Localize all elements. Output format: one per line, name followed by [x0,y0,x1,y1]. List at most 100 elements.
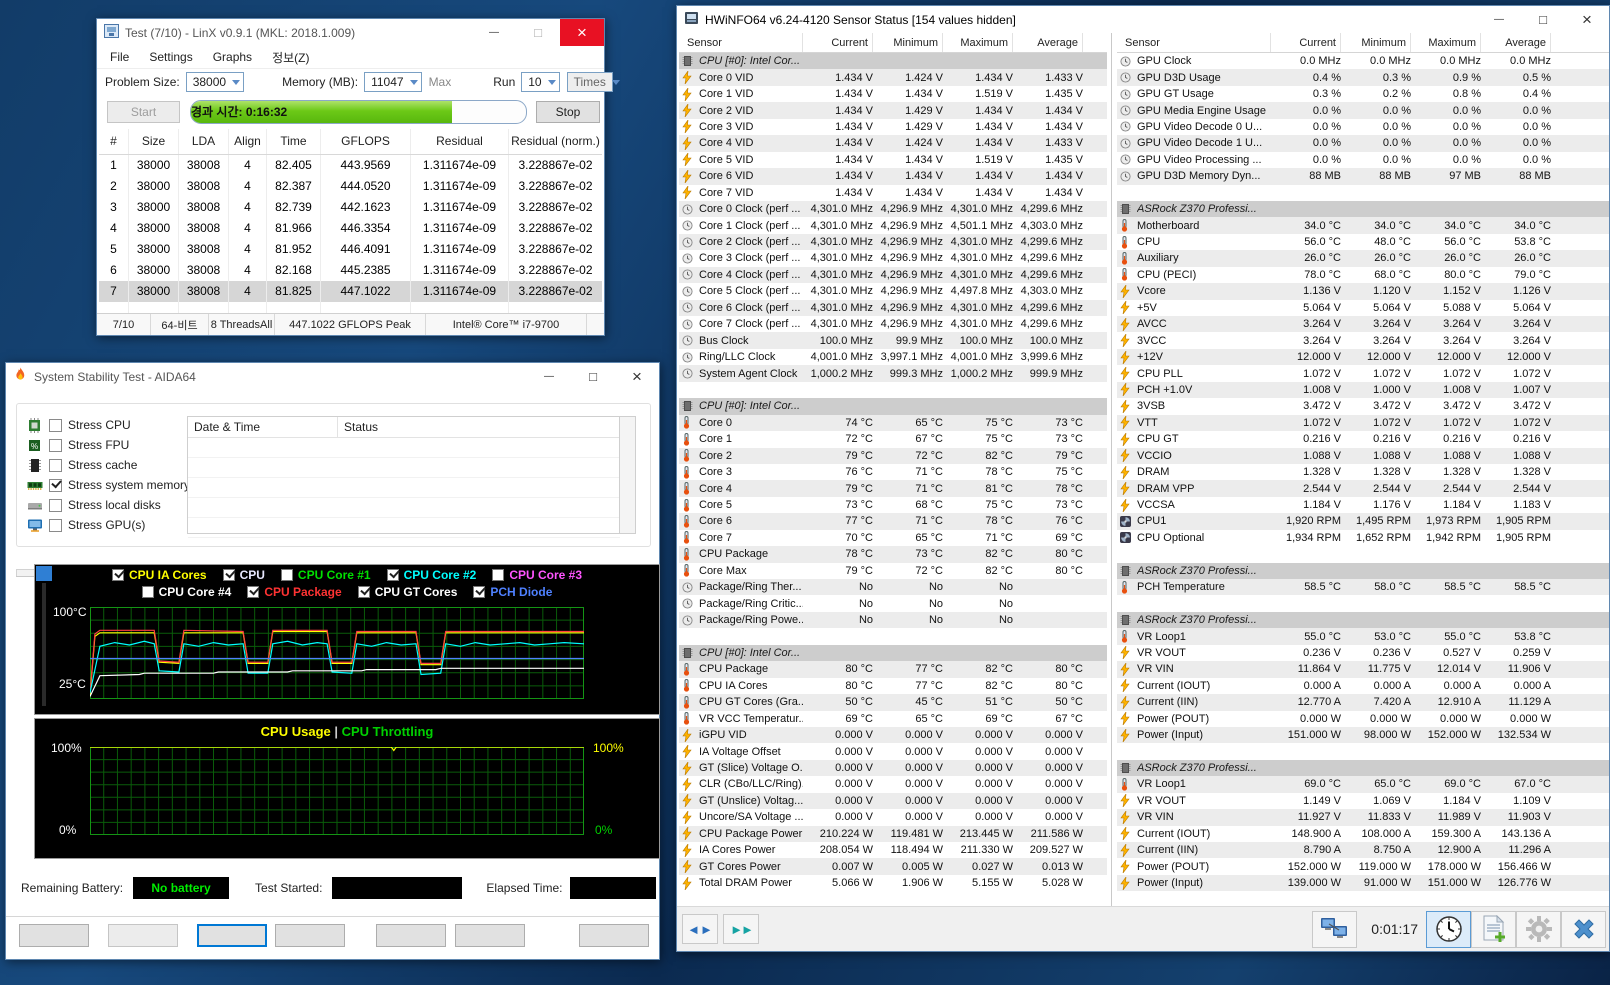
table-row[interactable]: 5 38000 38008 4 81.952 446.4091 1.311674e-0… [99,239,602,260]
dialog-button[interactable] [197,924,267,947]
checkbox[interactable] [49,518,62,532]
sensor-row[interactable]: 3VSB 3.472 V 3.472 V 3.472 V 3.472 V [1117,398,1609,414]
table-row[interactable]: 3 38000 38008 4 82.739 442.1623 1.311674e-0… [99,197,602,218]
sensor-row[interactable]: Motherboard 34.0 °C 34.0 °C 34.0 °C 34.0… [1117,217,1609,234]
checkbox[interactable] [473,586,486,598]
sensor-row[interactable]: Core 6 VID 1.434 V 1.434 V 1.434 V 1.434… [679,168,1107,185]
checkbox[interactable] [280,569,293,581]
checkbox[interactable] [492,569,505,581]
problem-size-combo[interactable]: 38000 [185,72,245,92]
sensor-row[interactable]: ASRock Z370 Professi... [1117,562,1609,579]
menu-info[interactable]: 정보(Z) [263,47,318,68]
status-listview[interactable]: Date & Time Status [187,416,636,538]
checkbox[interactable] [49,418,62,432]
sensor-row[interactable]: GPU Video Processing ... 0.0 % 0.0 % 0.0… [1117,152,1609,168]
table-row[interactable]: 2 38000 38008 4 82.387 444.0520 1.311674e-0… [99,176,602,197]
minimize-icon[interactable] [472,19,516,46]
legend-item[interactable]: CPU [222,568,265,582]
sensor-row[interactable]: +12V 12.000 V 12.000 V 12.000 V 12.000 V [1117,348,1609,366]
run-combo[interactable]: 10 [521,72,560,92]
sensor-row[interactable]: GT (Unslice) Voltag... 0.000 V 0.000 V 0… [679,792,1107,810]
sensor-row[interactable]: VR VCC Temperatur... 69 °C 65 °C 69 °C 6… [679,711,1107,727]
legend-item[interactable]: CPU Core #1 [280,568,371,582]
sensor-row[interactable]: CPU GT Cores (Gra... 50 °C 45 °C 51 °C 5… [679,694,1107,711]
sensor-row[interactable]: PCH +1.0V 1.008 V 1.000 V 1.008 V 1.007 … [1117,381,1609,399]
legend-item[interactable]: CPU Core #2 [386,568,476,582]
maximize-icon[interactable] [516,19,560,46]
sensor-row[interactable]: DRAM VPP 2.544 V 2.544 V 2.544 V 2.544 V [1117,480,1609,497]
sensor-row[interactable]: Core 7 70 °C 65 °C 71 °C 69 °C [679,530,1107,546]
hwinfo-titlebar[interactable]: HWiNFO64 v6.24-4120 Sensor Status [154 v… [677,6,1609,33]
sensor-row[interactable]: +5V 5.064 V 5.064 V 5.088 V 5.064 V [1117,300,1609,316]
table-row[interactable]: 6 38000 38008 4 82.168 445.2385 1.311674e-0… [99,260,602,281]
checkbox[interactable] [247,586,260,598]
memory-combo[interactable]: 11047 [364,72,422,92]
sensor-row[interactable]: Uncore/SA Voltage ... 0.000 V 0.000 V 0.… [679,809,1107,825]
menu-settings[interactable]: Settings [140,48,201,66]
sensor-row[interactable]: CPU [#0]: Intel Cor... [679,398,1107,415]
sensor-row[interactable] [1117,595,1609,612]
sensor-row[interactable]: CPU (PECI) 78.0 °C 68.0 °C 80.0 °C 79.0 … [1117,267,1609,283]
sensor-row[interactable]: System Agent Clock 1,000.2 MHz 999.3 MHz… [679,365,1107,382]
sensor-row[interactable]: Current (IOUT) 0.000 A 0.000 A 0.000 A 0… [1117,678,1609,694]
times-combo[interactable]: Times [566,72,620,92]
minimize-icon[interactable] [527,363,571,390]
stress-option[interactable]: % Stress FPU [27,438,190,452]
sensor-row[interactable]: Core 7 Clock (perf ... 4,301.0 MHz 4,296… [679,316,1107,332]
sensor-row[interactable]: CPU Package 80 °C 77 °C 82 °C 80 °C [679,661,1107,678]
sensor-row[interactable]: Power (POUT) 152.000 W 119.000 W 178.000… [1117,858,1609,874]
sensor-row[interactable]: CPU [#0]: Intel Cor... [679,53,1107,70]
sensor-row[interactable]: VR Loop1 55.0 °C 53.0 °C 55.0 °C 53.8 °C [1117,628,1609,645]
dialog-button[interactable] [19,924,89,947]
menu-file[interactable]: File [101,48,138,66]
listview-scrollbar[interactable] [619,416,636,534]
stress-option[interactable]: Stress CPU [27,417,190,433]
sensor-row[interactable]: Core 2 VID 1.434 V 1.429 V 1.434 V 1.434… [679,102,1107,119]
sensor-row[interactable]: CPU Package Power 210.224 W 119.481 W 21… [679,825,1107,842]
sensor-row[interactable]: GPU Clock 0.0 MHz 0.0 MHz 0.0 MHz 0.0 MH… [1117,53,1609,69]
sensor-row[interactable]: GPU D3D Memory Dyn... 88 MB 88 MB 97 MB … [1117,168,1609,185]
sensor-row[interactable]: AVCC 3.264 V 3.264 V 3.264 V 3.264 V [1117,316,1609,333]
sensor-row[interactable]: Ring/LLC Clock 4,001.0 MHz 3,997.1 MHz 4… [679,349,1107,365]
sensor-row[interactable]: VR Loop1 69.0 °C 65.0 °C 69.0 °C 67.0 °C [1117,776,1609,793]
sensor-row[interactable] [679,628,1107,645]
sensor-row[interactable]: CPU PLL 1.072 V 1.072 V 1.072 V 1.072 V [1117,365,1609,381]
sensor-row[interactable]: CPU [#0]: Intel Cor... [679,644,1107,662]
sensor-row[interactable]: VCCSA 1.184 V 1.176 V 1.184 V 1.183 V [1117,497,1609,513]
dialog-button[interactable] [376,924,446,947]
sensor-row[interactable]: Core 4 Clock (perf ... 4,301.0 MHz 4,296… [679,266,1107,284]
legend-item[interactable]: CPU Package [247,585,342,599]
sensor-row[interactable]: VR VIN 11.927 V 11.833 V 11.989 V 11.903… [1117,809,1609,826]
sensor-row[interactable]: CPU1 1,920 RPM 1,495 RPM 1,973 RPM 1,905… [1117,513,1609,530]
dialog-button[interactable] [275,924,345,947]
sensor-row[interactable]: GPU D3D Usage 0.4 % 0.3 % 0.9 % 0.5 % [1117,69,1609,86]
sensor-row[interactable]: Core 0 74 °C 65 °C 75 °C 73 °C [679,414,1107,432]
sensor-row[interactable]: Core 6 Clock (perf ... 4,301.0 MHz 4,296… [679,299,1107,316]
minimize-icon[interactable] [1477,6,1521,33]
sensor-row[interactable]: Current (IOUT) 148.900 A 108.000 A 159.3… [1117,826,1609,842]
sensor-row[interactable]: Package/Ring Ther... No No No [679,579,1107,596]
linx-titlebar[interactable]: Test (7/10) - LinX v0.9.1 (MKL: 2018.1.0… [97,19,604,46]
stress-option[interactable]: Stress cache [27,458,190,472]
sensor-row[interactable]: CPU Package 78 °C 73 °C 82 °C 80 °C [679,546,1107,563]
sensor-row[interactable]: Core 1 Clock (perf ... 4,301.0 MHz 4,296… [679,217,1107,233]
legend-item[interactable]: PCH Diode [473,585,552,599]
table-row[interactable]: 1 38000 38008 4 82.405 443.9569 1.311674e-0… [99,155,602,176]
sensor-row[interactable]: Core 5 73 °C 68 °C 75 °C 73 °C [679,497,1107,513]
close-sensors-button[interactable] [1561,910,1606,948]
sensor-row[interactable]: Core 1 72 °C 67 °C 75 °C 73 °C [679,431,1107,447]
sensor-row[interactable]: CLR (CBo/LLC/Ring)... 0.000 V 0.000 V 0.… [679,776,1107,792]
checkbox[interactable] [111,569,124,581]
sensor-row[interactable] [1117,184,1609,201]
sensor-row[interactable]: Vcore 1.136 V 1.120 V 1.152 V 1.126 V [1117,283,1609,300]
stress-option[interactable]: Stress local disks [27,498,190,512]
menu-graphs[interactable]: Graphs [204,48,261,66]
sensor-row[interactable]: Core 0 Clock (perf ... 4,301.0 MHz 4,296… [679,200,1107,218]
sensor-row[interactable]: VR VOUT 1.149 V 1.069 V 1.184 V 1.109 V [1117,793,1609,809]
clock-button[interactable] [1426,910,1471,948]
sensor-row[interactable]: VCCIO 1.088 V 1.088 V 1.088 V 1.088 V [1117,447,1609,464]
sensor-row[interactable]: Core 4 79 °C 71 °C 81 °C 78 °C [679,480,1107,497]
legend-item[interactable]: CPU Core #4 [141,585,231,599]
remote-sensors-button[interactable] [1312,910,1358,948]
close-icon[interactable] [615,363,659,390]
